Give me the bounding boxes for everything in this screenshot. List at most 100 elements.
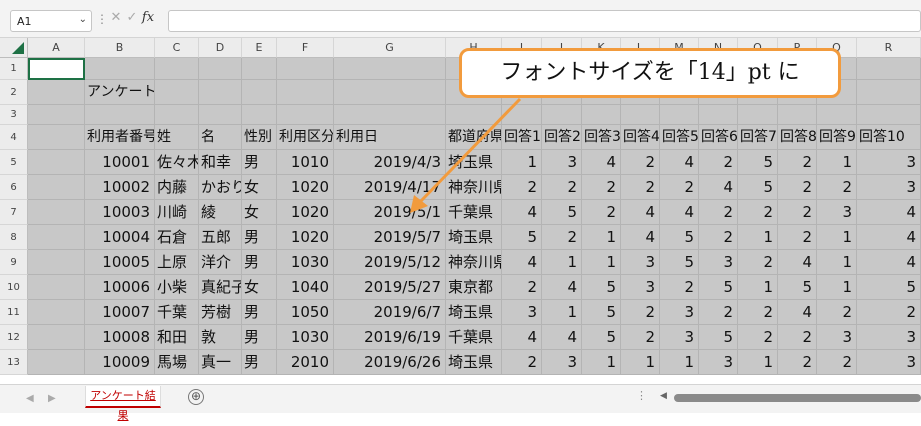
cell[interactable]: 上原: [155, 250, 199, 275]
cell[interactable]: 真紀子: [199, 275, 242, 300]
cell[interactable]: 2: [738, 300, 778, 325]
cell[interactable]: 1: [738, 275, 778, 300]
cell[interactable]: 川崎: [155, 200, 199, 225]
cell[interactable]: 内藤: [155, 175, 199, 200]
cell[interactable]: [199, 58, 242, 80]
row-header-12[interactable]: 12: [0, 325, 28, 350]
column-header-f[interactable]: F: [277, 38, 334, 58]
row-header-11[interactable]: 11: [0, 300, 28, 325]
cell[interactable]: 女: [242, 175, 277, 200]
enter-icon[interactable]: ✓: [124, 10, 140, 25]
cell[interactable]: 2: [502, 275, 542, 300]
cell[interactable]: アンケート: [85, 80, 155, 105]
cell[interactable]: 5: [582, 275, 621, 300]
cell[interactable]: 女: [242, 275, 277, 300]
cell[interactable]: 4: [857, 200, 921, 225]
cell[interactable]: 2: [738, 250, 778, 275]
row-header-10[interactable]: 10: [0, 275, 28, 300]
cell[interactable]: [242, 105, 277, 125]
column-header-r[interactable]: R: [857, 38, 921, 58]
insert-function-icon[interactable]: fx: [140, 10, 156, 25]
cell[interactable]: 利用日: [334, 125, 446, 150]
cell[interactable]: 10003: [85, 200, 155, 225]
cell[interactable]: 神奈川県: [446, 250, 502, 275]
tab-prev-icon[interactable]: ◀: [26, 393, 34, 404]
cell[interactable]: 1: [817, 150, 857, 175]
cell[interactable]: 5: [660, 225, 699, 250]
cell[interactable]: 2: [738, 200, 778, 225]
cell[interactable]: 回答1: [502, 125, 542, 150]
row-header-3[interactable]: 3: [0, 105, 28, 125]
column-header-g[interactable]: G: [334, 38, 446, 58]
cell[interactable]: 利用区分: [277, 125, 334, 150]
name-box[interactable]: A1 ⌄: [10, 10, 92, 32]
cell[interactable]: 2: [857, 300, 921, 325]
cell[interactable]: 2019/4/3: [334, 150, 446, 175]
cell[interactable]: 2: [778, 200, 817, 225]
cell[interactable]: 名: [199, 125, 242, 150]
cell[interactable]: [446, 105, 502, 125]
cell[interactable]: 1: [660, 350, 699, 375]
cell[interactable]: [28, 225, 85, 250]
tab-next-icon[interactable]: ▶: [48, 393, 56, 404]
cell[interactable]: 1020: [277, 200, 334, 225]
cell[interactable]: 2019/5/12: [334, 250, 446, 275]
cell[interactable]: [277, 80, 334, 105]
cell[interactable]: 4: [660, 200, 699, 225]
row-header-4[interactable]: 4: [0, 125, 28, 150]
cell[interactable]: [199, 105, 242, 125]
cell[interactable]: 3: [660, 300, 699, 325]
cell[interactable]: [155, 58, 199, 80]
cell[interactable]: 5: [699, 325, 738, 350]
cell[interactable]: 3: [621, 250, 660, 275]
cell[interactable]: [85, 58, 155, 80]
cell[interactable]: 埼玉県: [446, 300, 502, 325]
cell[interactable]: 回答9: [817, 125, 857, 150]
cell[interactable]: 10005: [85, 250, 155, 275]
cell[interactable]: 五郎: [199, 225, 242, 250]
cell[interactable]: 男: [242, 150, 277, 175]
cell[interactable]: 都道府県: [446, 125, 502, 150]
cell[interactable]: 真一: [199, 350, 242, 375]
cell[interactable]: [857, 80, 921, 105]
cell[interactable]: 馬場: [155, 350, 199, 375]
select-all-corner[interactable]: [0, 38, 28, 58]
cell[interactable]: 2: [778, 225, 817, 250]
cell[interactable]: [28, 175, 85, 200]
cell[interactable]: 4: [542, 325, 582, 350]
column-header-d[interactable]: D: [199, 38, 242, 58]
cell[interactable]: [28, 325, 85, 350]
cell[interactable]: [28, 350, 85, 375]
cell[interactable]: [542, 105, 582, 125]
cell[interactable]: 2019/6/7: [334, 300, 446, 325]
cell[interactable]: 2019/5/7: [334, 225, 446, 250]
cell[interactable]: 2: [778, 350, 817, 375]
cell[interactable]: 回答7: [738, 125, 778, 150]
cell[interactable]: 4: [621, 200, 660, 225]
cell[interactable]: 2: [542, 175, 582, 200]
cell[interactable]: 女: [242, 200, 277, 225]
cell[interactable]: 1020: [277, 225, 334, 250]
cell[interactable]: 2: [699, 225, 738, 250]
splitter-icon[interactable]: ⋮: [636, 389, 647, 402]
cell[interactable]: 東京都: [446, 275, 502, 300]
cell[interactable]: 2: [817, 300, 857, 325]
cell[interactable]: [502, 105, 542, 125]
cell[interactable]: [277, 58, 334, 80]
cell[interactable]: 埼玉県: [446, 150, 502, 175]
cell[interactable]: 5: [699, 275, 738, 300]
cell[interactable]: 3: [857, 350, 921, 375]
cell[interactable]: 2: [660, 175, 699, 200]
column-header-c[interactable]: C: [155, 38, 199, 58]
cell[interactable]: [621, 105, 660, 125]
cell[interactable]: [28, 275, 85, 300]
cell[interactable]: 1: [542, 250, 582, 275]
cell[interactable]: 千葉: [155, 300, 199, 325]
cell[interactable]: 利用者番号: [85, 125, 155, 150]
more-icon[interactable]: ⋮: [96, 12, 108, 26]
cell[interactable]: 男: [242, 225, 277, 250]
cell[interactable]: 1050: [277, 300, 334, 325]
horizontal-scrollbar[interactable]: ⋮ ◀: [632, 389, 921, 405]
cell[interactable]: 敦: [199, 325, 242, 350]
column-header-a[interactable]: A: [28, 38, 85, 58]
